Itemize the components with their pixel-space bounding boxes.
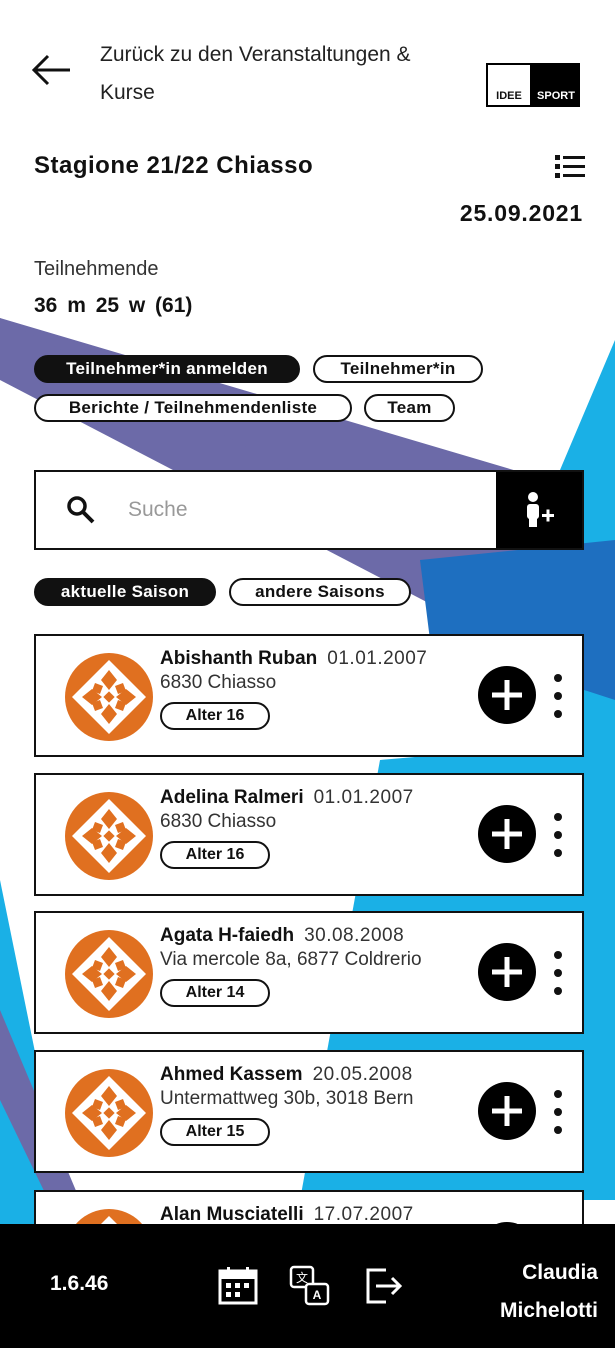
other-seasons-tab[interactable]: andere Saisons xyxy=(229,578,411,606)
arrow-left-icon xyxy=(31,54,70,86)
reports-button[interactable]: Berichte / Teilnehmendenliste xyxy=(34,394,352,422)
participants-label: Teilnehmende xyxy=(34,258,159,280)
back-link-label[interactable]: Zurück zu den Veranstaltungen & Kurse xyxy=(100,36,470,112)
participant-name-text: Alan Musciatelli xyxy=(160,1204,304,1225)
participant-address: Untermattweg 30b, 3018 Bern xyxy=(160,1088,414,1109)
current-season-tab[interactable]: aktuelle Saison xyxy=(34,578,216,606)
add-button[interactable] xyxy=(478,1082,536,1140)
add-person-button[interactable] xyxy=(496,472,582,548)
event-date: 25.09.2021 xyxy=(459,200,583,226)
participant-address: 6830 Chiasso xyxy=(160,811,277,832)
participant-name: Abishanth Ruban 01.01.2007 xyxy=(160,648,427,670)
svg-text:A: A xyxy=(313,1288,322,1302)
idee-sport-logo: IDEE SPORT xyxy=(486,63,580,107)
participant-name: Adelina Ralmeri 01.01.2007 xyxy=(160,787,414,809)
logo-idee: IDEE xyxy=(486,63,532,107)
team-button[interactable]: Team xyxy=(364,394,455,422)
age-badge: Alter 16 xyxy=(160,841,270,869)
club-logo-icon xyxy=(65,792,153,880)
logout-icon[interactable] xyxy=(362,1264,406,1308)
club-logo-icon xyxy=(65,653,153,741)
plus-icon xyxy=(492,1096,522,1126)
participant-button[interactable]: Teilnehmer*in xyxy=(313,355,483,383)
svg-text:文: 文 xyxy=(296,1270,308,1285)
register-participant-button[interactable]: Teilnehmer*in anmelden xyxy=(34,355,300,383)
participant-dob: 17.07.2007 xyxy=(313,1204,414,1225)
participant-card[interactable]: Abishanth Ruban 01.01.2007 6830 Chiasso A… xyxy=(34,634,584,757)
add-button[interactable] xyxy=(478,666,536,724)
search-icon xyxy=(36,472,126,548)
avatar xyxy=(62,1066,156,1160)
age-badge: Alter 15 xyxy=(160,1118,270,1146)
participant-card[interactable]: Ahmed Kassem 20.05.2008 Untermattweg 30b,… xyxy=(34,1050,584,1173)
more-options-icon[interactable] xyxy=(544,947,572,999)
add-button[interactable] xyxy=(478,943,536,1001)
more-options-icon[interactable] xyxy=(544,809,572,861)
user-last-name: Michelotti xyxy=(500,1299,598,1322)
club-logo-icon xyxy=(65,1069,153,1157)
age-badge: Alter 16 xyxy=(160,702,270,730)
calendar-icon[interactable] xyxy=(216,1264,260,1308)
participant-address: 6830 Chiasso xyxy=(160,672,277,693)
translate-icon[interactable]: 文 A xyxy=(288,1264,332,1308)
participant-dob: 01.01.2007 xyxy=(327,648,428,669)
participant-name: Ahmed Kassem 20.05.2008 xyxy=(160,1064,413,1086)
user-name[interactable]: Claudia Michelotti xyxy=(448,1254,598,1330)
participant-name-text: Abishanth Ruban xyxy=(160,648,318,669)
logo-sport: SPORT xyxy=(532,63,580,107)
page-title: Stagione 21/22 Chiasso xyxy=(34,152,314,179)
participant-name: Alan Musciatelli 17.07.2007 xyxy=(160,1204,414,1226)
more-options-icon[interactable] xyxy=(544,1086,572,1138)
club-logo-icon xyxy=(65,930,153,1018)
plus-icon xyxy=(492,680,522,710)
search-bar xyxy=(34,470,584,550)
participant-dob: 01.01.2007 xyxy=(313,787,414,808)
participant-address: Via mercole 8a, 6877 Coldrerio xyxy=(160,949,422,970)
avatar xyxy=(62,789,156,883)
footer-bar: 1.6.46 文 A Claudia Michelotti xyxy=(0,1224,615,1348)
add-person-icon xyxy=(527,492,554,527)
add-button[interactable] xyxy=(478,805,536,863)
app-version: 1.6.46 xyxy=(50,1272,109,1295)
participant-dob: 20.05.2008 xyxy=(312,1064,413,1085)
list-menu-icon[interactable] xyxy=(555,154,585,180)
plus-icon xyxy=(492,819,522,849)
participant-dob: 30.08.2008 xyxy=(304,925,405,946)
participant-name: Agata H-faiedh 30.08.2008 xyxy=(160,925,404,947)
participant-name-text: Adelina Ralmeri xyxy=(160,787,304,808)
avatar xyxy=(62,927,156,1021)
age-badge: Alter 14 xyxy=(160,979,270,1007)
participant-name-text: Agata H-faiedh xyxy=(160,925,295,946)
back-button[interactable] xyxy=(30,52,76,88)
user-first-name: Claudia xyxy=(522,1261,598,1284)
more-options-icon[interactable] xyxy=(544,670,572,722)
avatar xyxy=(62,650,156,744)
participants-counts: 36 m 25 w (61) xyxy=(34,294,193,317)
participant-card[interactable]: Adelina Ralmeri 01.01.2007 6830 Chiasso A… xyxy=(34,773,584,896)
participant-name-text: Ahmed Kassem xyxy=(160,1064,303,1085)
participant-card[interactable]: Agata H-faiedh 30.08.2008 Via mercole 8a,… xyxy=(34,911,584,1034)
plus-icon xyxy=(492,957,522,987)
search-input[interactable] xyxy=(126,472,496,548)
